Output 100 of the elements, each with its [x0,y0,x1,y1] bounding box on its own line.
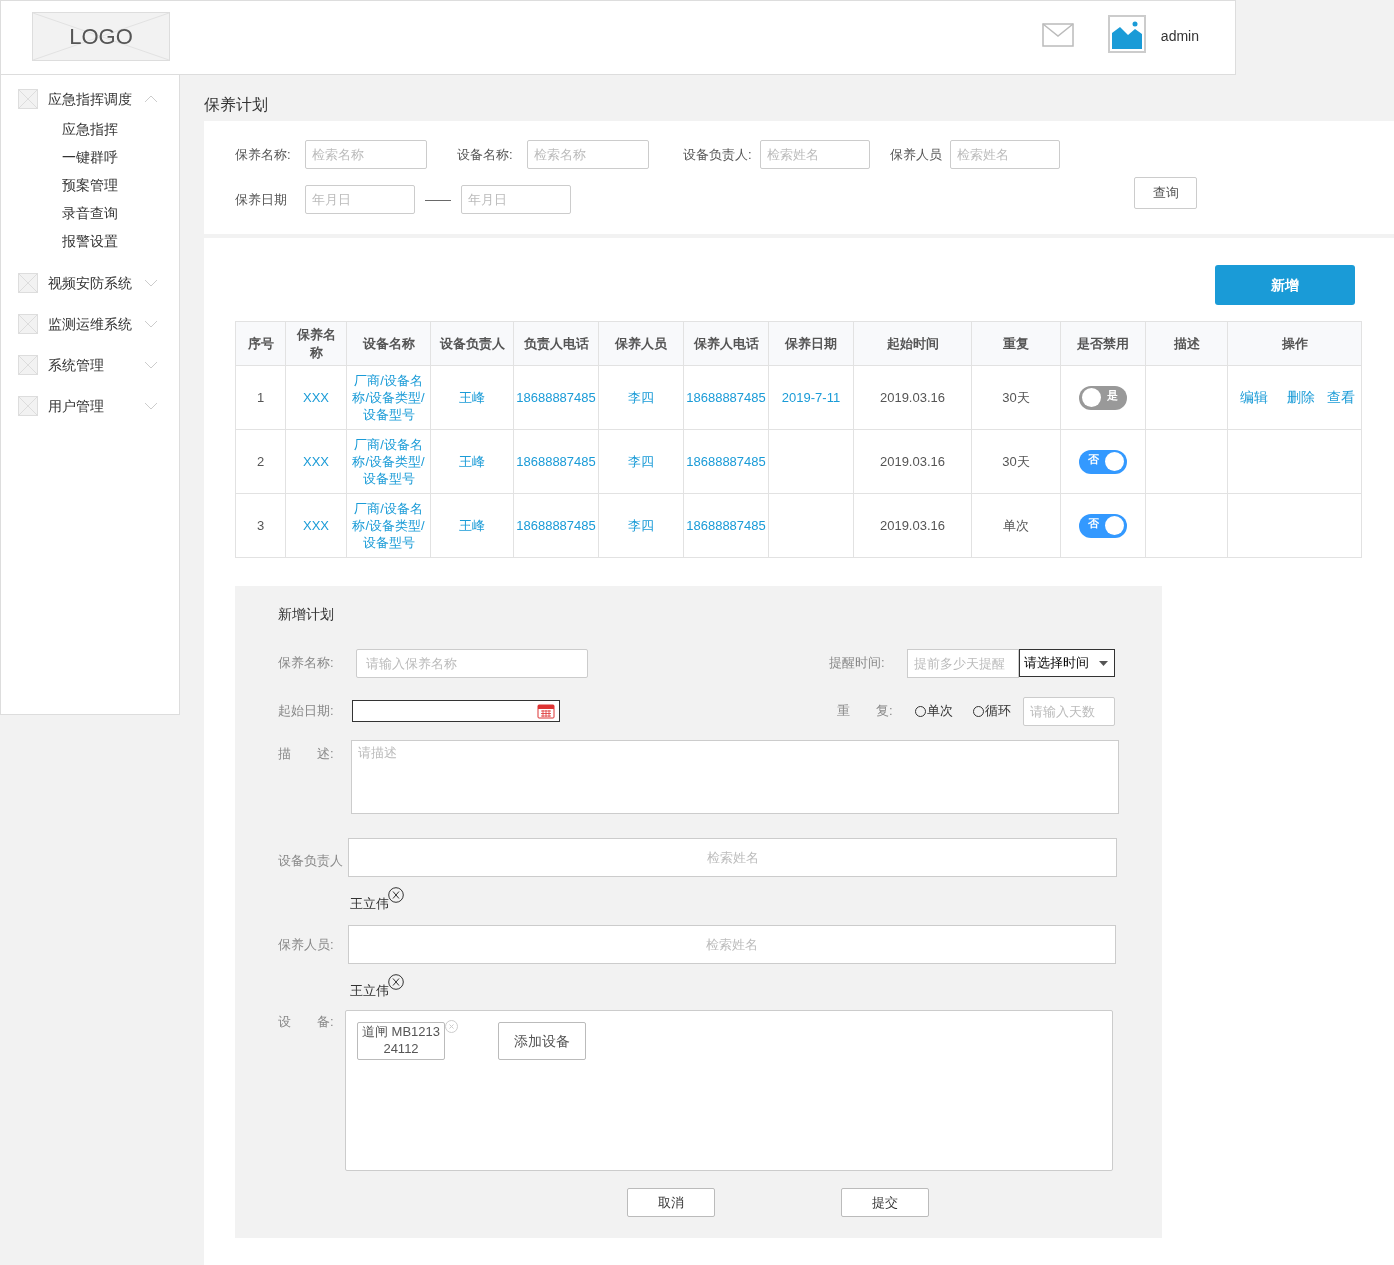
input-field[interactable]: 请输入天数 [1023,696,1115,726]
page-title: 保养计划 [204,95,268,115]
table-cell: XXX [285,493,347,558]
query-button[interactable]: 查询 [1134,177,1197,209]
menu-item[interactable]: 监测运维系统 [1,312,179,336]
table-cell: 2019.03.16 [853,429,972,494]
search-field[interactable]: 检索姓名 [348,838,1117,877]
image-placeholder-icon [18,396,38,416]
table-cell: 2019-7-11 [768,365,854,430]
column-header: 保养日期 [768,321,854,366]
remove-icon [388,974,404,990]
chevron-down-icon [144,361,158,369]
table-cell: 3 [235,493,286,558]
table-cell: 厂商/设备名称/设备类型/设备型号 [346,493,431,558]
table-cell: 18688887485 [683,365,769,430]
column-header: 操作 [1227,321,1362,366]
field-label: 重 复: [837,702,894,721]
field-label: 设 备: [278,1013,335,1031]
input-field[interactable]: 年月日 [461,185,571,214]
remove-icon [445,1020,458,1033]
input-field[interactable]: 年月日 [305,185,415,214]
field-label: 提醒时间: [829,654,886,673]
mail-icon [1041,23,1074,47]
person-tag: 王立伟 [350,893,389,913]
field-label: 保养人员: [278,935,335,954]
table-cell: 18688887485 [513,493,599,558]
field-label: 保养名称: [278,654,335,673]
table-cell: 厂商/设备名称/设备类型/设备型号 [346,429,431,494]
input-field[interactable]: 检索名称 [527,140,649,169]
date-input[interactable] [352,700,560,722]
submenu-item[interactable]: 报警设置 [1,227,118,255]
avatar-image-icon [1107,15,1146,53]
form-button[interactable]: 提交 [841,1188,929,1217]
calendar-icon [537,703,555,719]
radio-option[interactable]: 单次 [915,701,953,721]
input-field[interactable]: 请输入保养名称 [356,648,588,678]
logo-text: LOGO [69,23,133,51]
image-placeholder-icon [18,355,38,375]
device-chip: 道闸 MB121324112 [357,1022,445,1060]
column-header: 是否禁用 [1060,321,1146,366]
table-cell: 李四 [598,429,684,494]
table-cell: 18688887485 [683,429,769,494]
radio-option[interactable]: 循环 [973,701,1011,721]
table-cell: 18688887485 [513,365,599,430]
search-field[interactable]: 检索姓名 [348,925,1116,964]
input-field[interactable]: 检索名称 [305,140,427,169]
column-header: 设备负责人 [430,321,514,366]
menu-item[interactable]: 用户管理 [1,394,179,418]
dropdown-arrow-icon [1099,660,1108,666]
table-cell: 王峰 [430,365,514,430]
column-header: 设备名称 [346,321,431,366]
table-cell: 2 [235,429,286,494]
form-title: 新增计划 [278,605,335,624]
image-placeholder-icon [18,314,38,334]
table-cell: XXX [285,365,347,430]
submenu-item[interactable]: 录音查询 [1,199,118,227]
table-cell: 30天 [971,365,1061,430]
description-field[interactable]: 请描述 [351,740,1119,814]
table-cell: 厂商/设备名称/设备类型/设备型号 [346,365,431,430]
table-cell: 2019.03.16 [853,365,972,430]
table-cell: 王峰 [430,429,514,494]
table-cell: 30天 [971,429,1061,494]
table-cell: 18688887485 [683,493,769,558]
table-cell: 18688887485 [513,429,599,494]
table-cell: 1 [235,365,286,430]
field-label: 设备负责人 [278,851,344,870]
submenu-item[interactable]: 应急指挥 [1,115,118,143]
table-cell: 单次 [971,493,1061,558]
column-header: 保养人员 [598,321,684,366]
add-device-button[interactable]: 添加设备 [498,1022,586,1060]
table-cell: 李四 [598,365,684,430]
column-header: 负责人电话 [513,321,599,366]
field-label: 保养名称: [235,145,292,164]
chevron-down-icon [144,402,158,410]
input-field[interactable]: 检索姓名 [949,140,1060,169]
chevron-down-icon [144,279,158,287]
submenu-item[interactable]: 一键群呼 [1,143,118,171]
menu-item[interactable]: 视频安防系统 [1,271,179,295]
column-header: 保养名称 [285,321,347,366]
field-label: 设备名称: [457,145,514,164]
table-cell: 王峰 [430,493,514,558]
column-header: 保养人电话 [683,321,769,366]
date-separator: —— [425,190,451,209]
user-name: admin [1160,27,1199,46]
table-cell: 李四 [598,493,684,558]
table-cell: 2019.03.16 [853,493,972,558]
submenu-item[interactable]: 预案管理 [1,171,118,199]
time-select[interactable]: 请选择时间 [1019,649,1115,677]
menu-item[interactable]: 应急指挥调度 [1,87,179,111]
input-field[interactable]: 检索姓名 [759,140,870,169]
field-label: 起始日期: [278,702,335,721]
column-header: 重复 [971,321,1061,366]
form-button[interactable]: 取消 [627,1188,715,1217]
input-field[interactable]: 提前多少天提醒 [907,648,1019,678]
table-cell: XXX [285,429,347,494]
field-label: 保养日期 [235,190,288,209]
column-header: 序号 [235,321,286,366]
chevron-up-icon [144,95,158,103]
menu-item[interactable]: 系统管理 [1,353,179,377]
image-placeholder-icon [18,89,38,109]
